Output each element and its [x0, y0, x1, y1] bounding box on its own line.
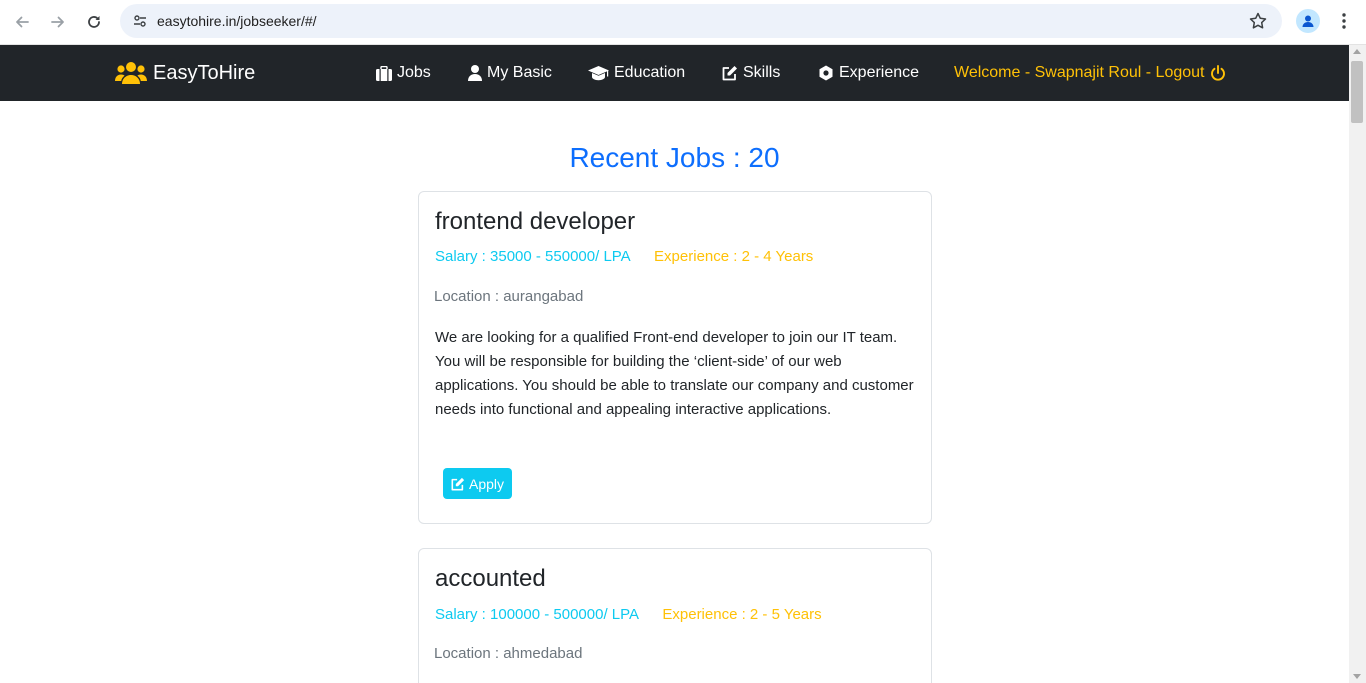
tune-icon: [134, 15, 146, 27]
site-navbar: EasyToHire Jobs My Basic Education Skill…: [0, 45, 1349, 101]
bookmark-button[interactable]: [1248, 11, 1268, 31]
browser-menu-button[interactable]: [1334, 9, 1354, 33]
page-scrollbar[interactable]: [1349, 45, 1366, 683]
nav-my-basic-label: My Basic: [487, 64, 552, 81]
job-card: accounted Salary : 100000 - 500000/ LPA …: [418, 548, 932, 683]
more-vertical-icon: [1342, 13, 1346, 29]
apply-button[interactable]: Apply: [443, 468, 513, 499]
job-title: accounted: [435, 565, 546, 592]
star-icon: [1249, 12, 1267, 29]
scroll-down-arrow[interactable]: [1353, 674, 1361, 679]
profile-button[interactable]: [1296, 9, 1320, 33]
url-text[interactable]: easytohire.in/jobseeker/#/: [157, 13, 317, 29]
page-title: Recent Jobs : 20: [569, 142, 780, 173]
scroll-thumb[interactable]: [1351, 61, 1363, 123]
user-icon: [468, 65, 482, 81]
nav-my-basic[interactable]: My Basic: [468, 63, 552, 83]
edit-icon: [451, 477, 465, 490]
job-experience: Experience : 2 - 5 Years: [662, 606, 822, 623]
job-location: Location : aurangabad: [434, 288, 584, 305]
brand-link[interactable]: EasyToHire: [115, 59, 255, 87]
address-bar[interactable]: easytohire.in/jobseeker/#/: [120, 4, 1282, 38]
welcome-text: Welcome - Swapnajit Roul - Logout: [954, 64, 1205, 81]
cog-icon: [819, 65, 833, 81]
account-icon: [1302, 15, 1314, 27]
forward-button[interactable]: [44, 8, 72, 36]
reload-button[interactable]: [80, 8, 108, 36]
back-button[interactable]: [8, 8, 36, 36]
job-experience: Experience : 2 - 4 Years: [654, 248, 814, 265]
nav-skills-label: Skills: [743, 64, 781, 81]
nav-experience[interactable]: Experience: [818, 63, 919, 83]
job-title: frontend developer: [435, 208, 636, 235]
welcome-logout-link[interactable]: Welcome - Swapnajit Roul - Logout: [954, 63, 1226, 83]
browser-toolbar: easytohire.in/jobseeker/#/: [0, 0, 1366, 45]
job-location: Location : ahmedabad: [434, 645, 583, 662]
brand-name: EasyToHire: [153, 61, 256, 84]
job-meta: Salary : 35000 - 550000/ LPA Experience …: [435, 248, 813, 265]
graduation-cap-icon: [588, 65, 609, 80]
power-icon: [1210, 65, 1225, 81]
nav-skills[interactable]: Skills: [722, 63, 780, 83]
briefcase-icon: [376, 65, 392, 81]
users-icon: [115, 62, 147, 84]
arrow-left-icon: [16, 16, 29, 28]
job-description: We are looking for a qualified Front-end…: [435, 329, 914, 418]
nav-experience-label: Experience: [839, 64, 920, 81]
job-salary: Salary : 100000 - 500000/ LPA: [435, 606, 639, 623]
job-salary: Salary : 35000 - 550000/ LPA: [435, 248, 630, 265]
nav-jobs[interactable]: Jobs: [376, 63, 431, 83]
nav-education-label: Education: [614, 64, 686, 81]
nav-jobs-label: Jobs: [397, 64, 431, 81]
reload-icon: [88, 16, 100, 28]
apply-button-label: Apply: [469, 475, 505, 492]
nav-education[interactable]: Education: [588, 63, 685, 83]
site-info-button[interactable]: [128, 9, 152, 33]
job-meta: Salary : 100000 - 500000/ LPA Experience…: [435, 606, 822, 623]
edit-icon: [722, 66, 737, 81]
arrow-right-icon: [51, 16, 64, 28]
job-card: frontend developer Salary : 35000 - 5500…: [418, 191, 932, 524]
scroll-up-arrow[interactable]: [1353, 49, 1361, 54]
